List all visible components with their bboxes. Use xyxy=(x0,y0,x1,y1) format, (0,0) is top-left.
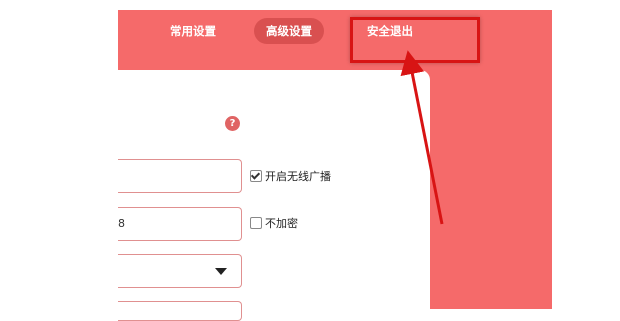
annotation-arrow xyxy=(400,50,444,225)
